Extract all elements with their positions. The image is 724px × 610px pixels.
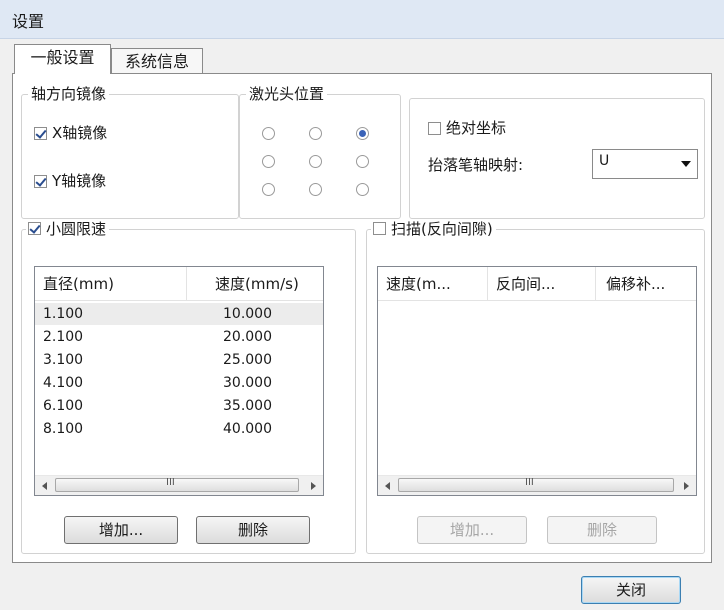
scroll-right-arrow-icon[interactable] [311, 482, 316, 490]
absolute-coords-label: 绝对坐标 [446, 119, 507, 137]
scrollbar-thumb[interactable]: III [55, 477, 299, 492]
laser-position-radio-4[interactable] [262, 155, 275, 168]
table-row[interactable]: 6.100 35.000 [35, 395, 323, 417]
diameter-cell: 8.100 [43, 421, 84, 437]
y-mirror-label: Y轴镜像 [52, 172, 107, 190]
laser-position-group: 激光头位置 [239, 85, 401, 219]
diameter-cell: 4.100 [43, 375, 84, 391]
speed-cell: 20.000 [223, 329, 272, 345]
column-header-diameter[interactable]: 直径(mm) [35, 267, 187, 301]
scan-group: 扫描(反向间隙) 速度(m... 反向间... 偏移补... III 增加...… [366, 220, 705, 554]
diameter-cell: 6.100 [43, 398, 84, 414]
axis-mirror-group: 轴方向镜像 X轴镜像 Y轴镜像 [21, 85, 239, 219]
laser-position-radio-3[interactable] [356, 127, 369, 140]
column-header-backlash[interactable]: 反向间... [488, 267, 596, 301]
tab-general[interactable]: 一般设置 [14, 44, 111, 74]
pen-axis-dropdown[interactable]: U [592, 149, 698, 179]
tab-panel-general: 轴方向镜像 X轴镜像 Y轴镜像 激光头位置 绝对坐标 抬落笔轴映射: U 小圆限… [12, 73, 712, 563]
table-row[interactable]: 3.100 25.000 [35, 349, 323, 371]
speed-cell: 35.000 [223, 398, 272, 414]
horizontal-scrollbar[interactable]: III [378, 475, 696, 495]
laser-position-radio-2[interactable] [309, 127, 322, 140]
horizontal-scrollbar[interactable]: III [35, 475, 323, 495]
column-header-speed[interactable]: 速度(mm/s) [187, 267, 323, 301]
small-circle-table[interactable]: 直径(mm) 速度(mm/s) 1.100 10.000 2.100 20.00… [34, 266, 324, 496]
diameter-cell: 3.100 [43, 352, 84, 368]
laser-position-radio-6[interactable] [356, 155, 369, 168]
table-row[interactable]: 2.100 20.000 [35, 326, 323, 348]
table-row[interactable]: 8.100 40.000 [35, 418, 323, 440]
scroll-right-arrow-icon[interactable] [684, 482, 689, 490]
laser-position-radio-9[interactable] [356, 183, 369, 196]
close-button[interactable]: 关闭 [581, 576, 681, 604]
scrollbar-grip: III [525, 477, 534, 488]
scroll-left-arrow-icon[interactable] [385, 482, 390, 490]
small-circle-delete-button[interactable]: 删除 [196, 516, 310, 544]
pen-axis-value: U [599, 153, 610, 169]
column-header-scan-speed[interactable]: 速度(m... [378, 267, 488, 301]
scroll-left-arrow-icon[interactable] [42, 482, 47, 490]
y-mirror-checkbox[interactable] [34, 175, 47, 188]
diameter-cell: 1.100 [43, 306, 84, 322]
small-circle-label: 小圆限速 [46, 220, 107, 238]
scrollbar-grip: III [166, 477, 175, 488]
small-circle-legend: 小圆限速 [26, 220, 110, 238]
scan-legend: 扫描(反向间隙) [371, 220, 496, 238]
laser-position-radio-5[interactable] [309, 155, 322, 168]
table-row[interactable]: 1.100 10.000 [35, 303, 323, 325]
laser-position-radio-8[interactable] [309, 183, 322, 196]
scan-label: 扫描(反向间隙) [391, 220, 493, 238]
window-title: 设置 [12, 12, 45, 31]
small-circle-group: 小圆限速 直径(mm) 速度(mm/s) 1.100 10.000 2.100 … [21, 220, 356, 554]
diameter-cell: 2.100 [43, 329, 84, 345]
column-header-offset[interactable]: 偏移补... [596, 267, 696, 301]
absolute-coords-checkbox[interactable] [428, 122, 441, 135]
scan-add-button[interactable]: 增加... [417, 516, 527, 544]
laser-position-radio-7[interactable] [262, 183, 275, 196]
axis-mirror-title: 轴方向镜像 [28, 85, 110, 103]
small-circle-add-button[interactable]: 增加... [64, 516, 178, 544]
tab-general-label: 一般设置 [30, 48, 95, 67]
title-bar: 设置 [0, 0, 724, 39]
chevron-down-icon [681, 161, 691, 167]
coords-group: 绝对坐标 抬落笔轴映射: U [409, 98, 705, 219]
laser-position-title: 激光头位置 [246, 85, 328, 103]
scan-delete-button[interactable]: 删除 [547, 516, 657, 544]
scan-checkbox[interactable] [373, 222, 386, 235]
laser-position-radio-1[interactable] [262, 127, 275, 140]
tab-system-info-label: 系统信息 [124, 52, 189, 71]
table-row[interactable]: 4.100 30.000 [35, 372, 323, 394]
scrollbar-thumb[interactable]: III [398, 477, 674, 492]
x-mirror-checkbox[interactable] [34, 127, 47, 140]
pen-axis-label: 抬落笔轴映射: [428, 156, 524, 174]
speed-cell: 10.000 [223, 306, 272, 322]
speed-cell: 25.000 [223, 352, 272, 368]
small-circle-checkbox[interactable] [28, 222, 41, 235]
scan-table[interactable]: 速度(m... 反向间... 偏移补... III [377, 266, 697, 496]
tab-system-info[interactable]: 系统信息 [111, 48, 203, 74]
x-mirror-label: X轴镜像 [52, 124, 108, 142]
speed-cell: 30.000 [223, 375, 272, 391]
speed-cell: 40.000 [223, 421, 272, 437]
